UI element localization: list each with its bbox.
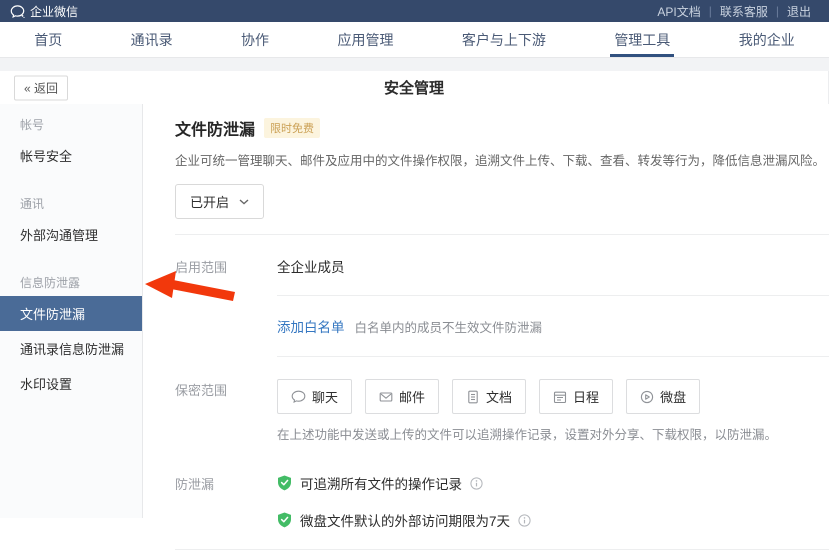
- chip-calendar[interactable]: 日程: [539, 379, 613, 414]
- nav-item-my-company[interactable]: 我的企业: [729, 22, 805, 57]
- leak-prevention-item: 微盘文件默认的外部访问期限为7天: [277, 510, 531, 530]
- leak-prevention-list: 可追溯所有文件的操作记录 微盘文件默认的外部访问期限为7天: [277, 473, 531, 530]
- leak-item-text: 可追溯所有文件的操作记录: [300, 473, 462, 493]
- content-area: 文件防泄漏 限时免费 企业可统一管理聊天、邮件及应用中的文件操作权限，追溯文件上…: [143, 104, 829, 518]
- chip-drive[interactable]: 微盘: [626, 379, 700, 414]
- mail-icon: [379, 390, 393, 404]
- nav-item-customers[interactable]: 客户与上下游: [452, 22, 556, 57]
- chip-label: 聊天: [312, 387, 338, 406]
- chip-label: 日程: [573, 387, 599, 406]
- sidebar-item-watermark-settings[interactable]: 水印设置: [0, 366, 142, 401]
- sidebar-section-label: 信息防泄露: [0, 264, 142, 296]
- status-dropdown[interactable]: 已开启: [175, 184, 264, 219]
- topbar: 企业微信 API文档 | 联系客服 | 退出: [0, 0, 829, 22]
- drive-icon: [640, 390, 654, 404]
- page-title: 安全管理: [384, 77, 444, 98]
- feature-title: 文件防泄漏: [175, 116, 255, 140]
- feature-description: 企业可统一管理聊天、邮件及应用中的文件操作权限，追溯文件上传、下载、查看、转发等…: [175, 150, 825, 169]
- shield-check-icon: [277, 475, 292, 491]
- security-panel: « 返回 安全管理 帐号 帐号安全 通讯 外部沟通管理 信息防泄露 文件防泄漏 …: [0, 71, 829, 518]
- chip-mail[interactable]: 邮件: [365, 379, 439, 414]
- chip-label: 文档: [486, 387, 512, 406]
- limited-free-badge: 限时免费: [264, 118, 320, 138]
- nav-item-apps[interactable]: 应用管理: [327, 22, 403, 57]
- chip-label: 邮件: [399, 387, 425, 406]
- primary-nav: 首页 通讯录 协作 应用管理 客户与上下游 管理工具 我的企业: [0, 22, 829, 58]
- sidebar-section-label: 通讯: [0, 185, 142, 217]
- info-icon[interactable]: [518, 514, 531, 527]
- brand-name: 企业微信: [30, 3, 78, 20]
- secrecy-chip-group: 聊天 邮件 文档: [277, 379, 700, 414]
- brand-logo: 企业微信: [10, 3, 78, 20]
- contact-support-link[interactable]: 联系客服: [712, 3, 776, 20]
- chevron-down-icon: [239, 199, 249, 205]
- sidebar-section-account: 帐号 帐号安全: [0, 106, 142, 173]
- leak-prevention-item: 可追溯所有文件的操作记录: [277, 473, 531, 493]
- divider: [175, 234, 829, 235]
- secrecy-scope-label: 保密范围: [175, 379, 277, 399]
- sidebar-item-contacts-leak-prevention[interactable]: 通讯录信息防泄漏: [0, 331, 142, 366]
- back-button[interactable]: « 返回: [14, 75, 68, 100]
- whitelist-hint: 白名单内的成员不生效文件防泄漏: [355, 317, 543, 336]
- chip-doc[interactable]: 文档: [452, 379, 526, 414]
- nav-item-contacts[interactable]: 通讯录: [121, 22, 183, 57]
- scope-label: 启用范围: [175, 256, 277, 276]
- chip-label: 微盘: [660, 387, 686, 406]
- page-header: « 返回 安全管理: [0, 71, 828, 104]
- sidebar-section-communication: 通讯 外部沟通管理: [0, 185, 142, 252]
- api-docs-link[interactable]: API文档: [649, 3, 708, 20]
- sidebar-section-label: 帐号: [0, 106, 142, 138]
- info-icon[interactable]: [470, 477, 483, 490]
- nav-item-collaboration[interactable]: 协作: [231, 22, 279, 57]
- sidebar-item-external-communication[interactable]: 外部沟通管理: [0, 217, 142, 252]
- chat-icon: [291, 390, 306, 404]
- doc-icon: [466, 390, 480, 404]
- scope-value: 全企业成员: [277, 256, 345, 276]
- leak-prevention-label: 防泄漏: [175, 473, 277, 493]
- secrecy-hint: 在上述功能中发送或上传的文件可以追溯操作记录，设置对外分享、下载权限，以防泄漏。: [277, 424, 829, 443]
- divider: [277, 295, 829, 296]
- shield-check-icon: [277, 512, 292, 528]
- sidebar-item-account-security[interactable]: 帐号安全: [0, 138, 142, 173]
- leak-item-text: 微盘文件默认的外部访问期限为7天: [300, 510, 510, 530]
- sidebar-item-file-leak-prevention[interactable]: 文件防泄漏: [0, 296, 142, 331]
- add-whitelist-link[interactable]: 添加白名单: [277, 316, 345, 336]
- calendar-icon: [553, 390, 567, 404]
- divider: [277, 356, 829, 357]
- nav-item-home[interactable]: 首页: [24, 22, 72, 57]
- logout-link[interactable]: 退出: [779, 3, 819, 20]
- nav-item-admin-tools[interactable]: 管理工具: [604, 22, 680, 57]
- sidebar: 帐号 帐号安全 通讯 外部沟通管理 信息防泄露 文件防泄漏 通讯录信息防泄漏 水…: [0, 104, 143, 518]
- sidebar-section-leak-prevention: 信息防泄露 文件防泄漏 通讯录信息防泄漏 水印设置: [0, 264, 142, 401]
- topbar-links: API文档 | 联系客服 | 退出: [649, 3, 819, 20]
- wecom-bubble-icon: [10, 5, 25, 18]
- main-layout: 帐号 帐号安全 通讯 外部沟通管理 信息防泄露 文件防泄漏 通讯录信息防泄漏 水…: [0, 104, 828, 518]
- background-gap: [0, 58, 829, 71]
- chip-chat[interactable]: 聊天: [277, 379, 352, 414]
- status-dropdown-value: 已开启: [190, 192, 229, 211]
